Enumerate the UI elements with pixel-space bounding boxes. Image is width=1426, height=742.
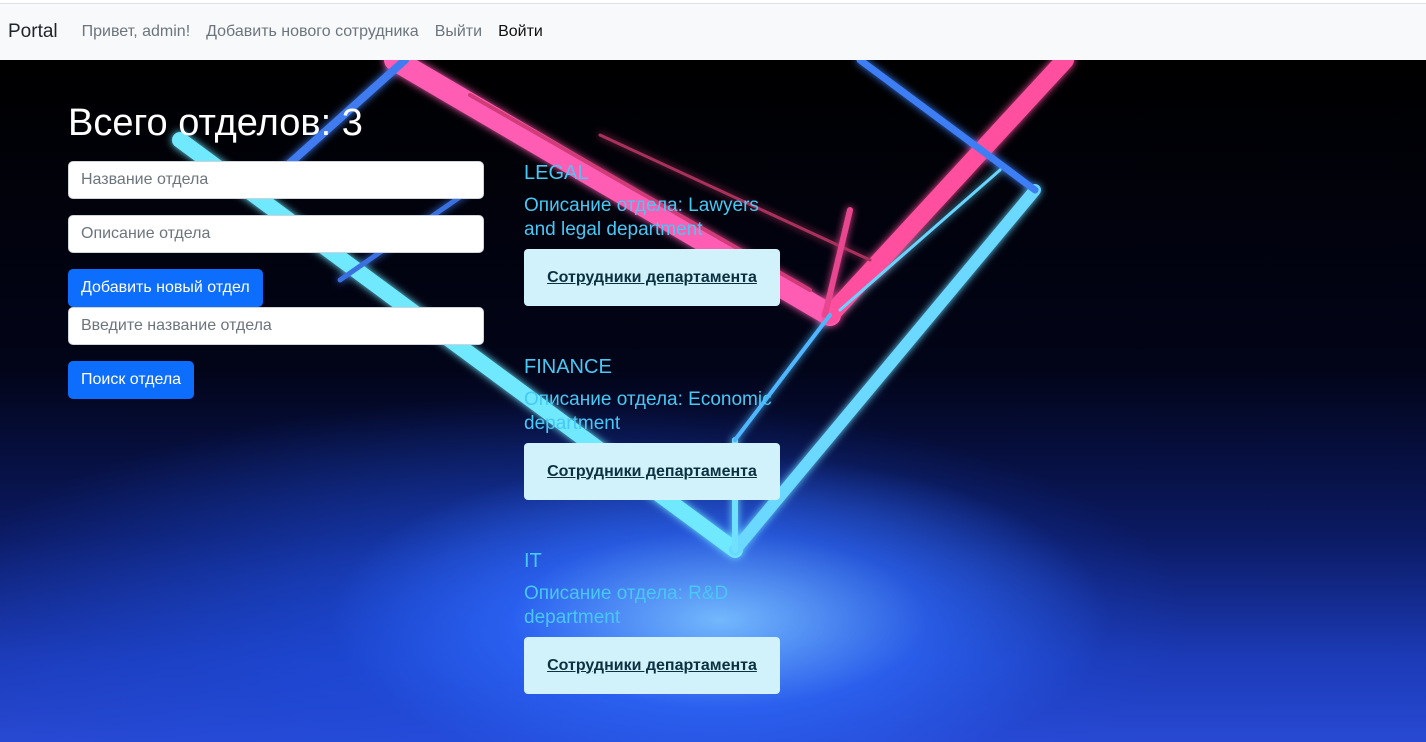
navbar: Portal Привет, admin! Добавить нового со… bbox=[0, 4, 1426, 60]
department-name: LEGAL bbox=[524, 162, 589, 184]
department-search-input[interactable] bbox=[68, 307, 484, 345]
department-description: Описание отдела: R&D department bbox=[524, 583, 729, 628]
department-employees-button[interactable]: Сотрудники департамента bbox=[524, 637, 780, 694]
login-link[interactable]: Войти bbox=[498, 23, 543, 41]
add-department-button[interactable]: Добавить новый отдел bbox=[68, 269, 263, 307]
page-title: Всего отделов: 3 bbox=[68, 102, 363, 144]
brand-link[interactable]: Portal bbox=[8, 21, 58, 43]
add-employee-link[interactable]: Добавить нового сотрудника bbox=[206, 23, 419, 41]
department-employees-button[interactable]: Сотрудники департамента bbox=[524, 443, 780, 500]
department-description: Описание отдела: Economic department bbox=[524, 389, 772, 434]
main-section: Всего отделов: 3 Добавить новый отдел По… bbox=[0, 60, 1426, 742]
department-name-input[interactable] bbox=[68, 161, 484, 199]
greeting-link[interactable]: Привет, admin! bbox=[82, 23, 191, 41]
search-department-button[interactable]: Поиск отдела bbox=[68, 361, 195, 399]
department-employees-button[interactable]: Сотрудники департамента bbox=[524, 249, 780, 306]
department-description: Описание отдела: Lawyers and legal depar… bbox=[524, 195, 759, 240]
logout-link[interactable]: Выйти bbox=[435, 23, 482, 41]
department-description-input[interactable] bbox=[68, 215, 484, 253]
department-employees-label: Сотрудники департамента bbox=[547, 462, 757, 480]
department-name: IT bbox=[524, 550, 542, 572]
department-name: FINANCE bbox=[524, 356, 612, 378]
department-employees-label: Сотрудники департамента bbox=[547, 268, 757, 286]
department-employees-label: Сотрудники департамента bbox=[547, 656, 757, 674]
